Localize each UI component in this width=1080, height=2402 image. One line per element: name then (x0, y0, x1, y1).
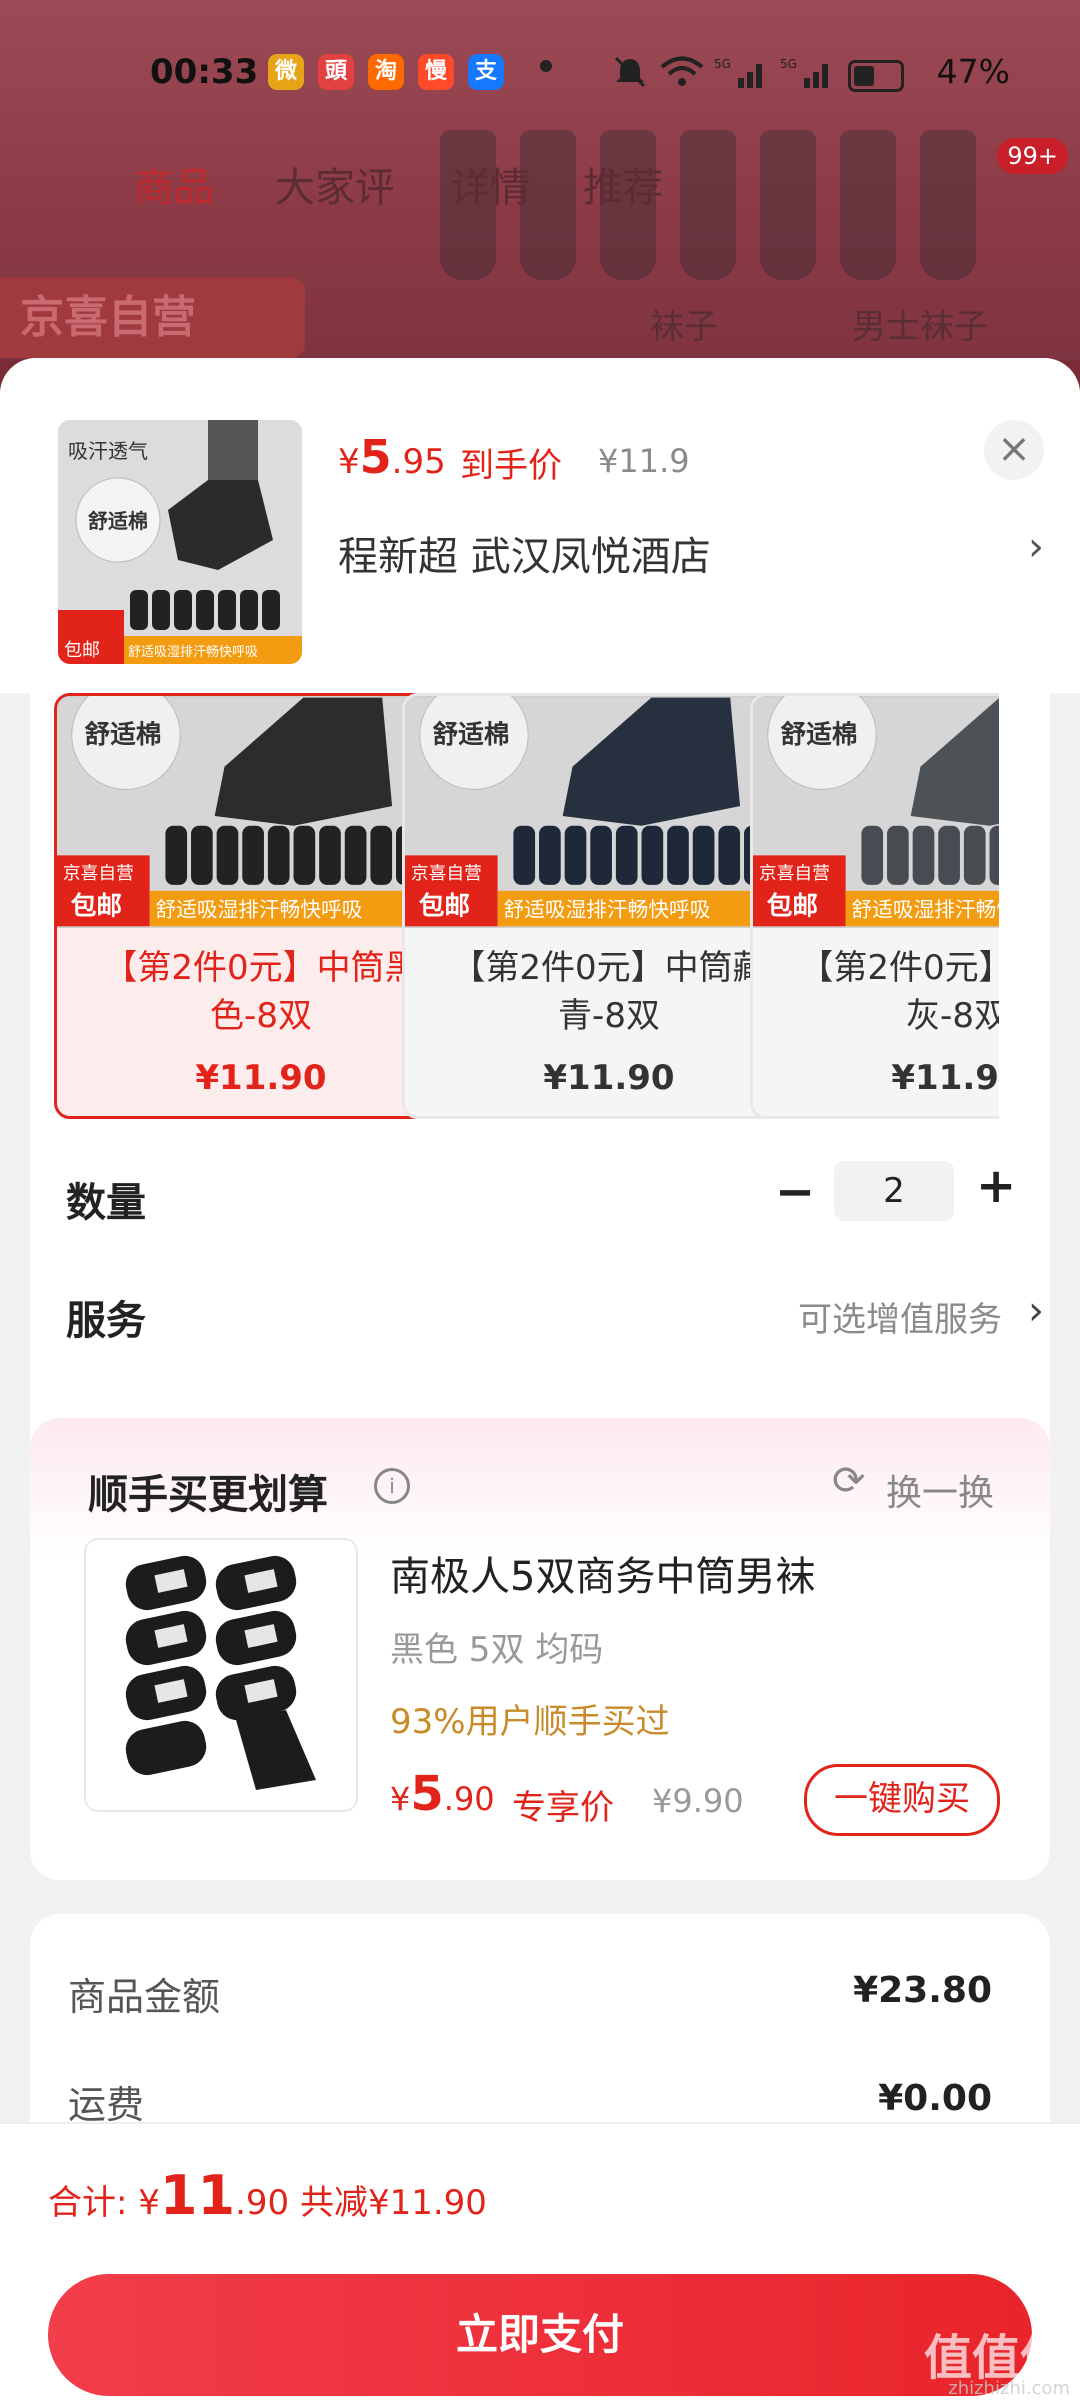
checkout-bar: 合计: ¥11.90 共减¥11.90 立即支付 (0, 2122, 1080, 2402)
notification-dot (540, 60, 552, 72)
product-tabs: 商品 大家评 详情 推荐 (0, 155, 1080, 215)
svg-text:舒适吸湿排汗畅快呼吸: 舒适吸湿排汗畅快呼吸 (128, 645, 258, 660)
alipay-icon: 支 (468, 54, 504, 90)
variant-price: ¥11.90 (891, 1058, 999, 1098)
upsell-price: ¥5.90 (390, 1766, 495, 1822)
svg-text:舒适吸湿排汗畅快呼吸: 舒适吸湿排汗畅快呼吸 (852, 897, 999, 921)
sheet-header: 吸汗透气 舒适棉 包邮 舒适吸湿排汗畅快呼吸 ¥5.95 到手价 ¥11.9 ×… (0, 358, 1080, 693)
variant-image: 舒适棉 京喜自营 包邮 舒适吸湿排汗畅快呼吸 (753, 696, 999, 928)
total-label: 合计: (48, 2183, 128, 2223)
chevron-right-icon[interactable]: › (1028, 524, 1044, 570)
quantity-decrement-button[interactable]: − (775, 1164, 815, 1220)
delivery-address[interactable]: 程新超 武汉凤悦酒店 (338, 524, 711, 582)
app-icon: 慢 (418, 54, 454, 90)
sock-product-image: 吸汗透气 舒适棉 包邮 舒适吸湿排汗畅快呼吸 (58, 420, 302, 664)
quantity-label: 数量 (66, 1180, 146, 1226)
upsell-title: 顺手买更划算 (88, 1472, 328, 1518)
tab-details[interactable]: 详情 (450, 155, 530, 213)
total-decimal: .90 (235, 2183, 290, 2223)
mute-icon (614, 56, 646, 88)
status-bar: 00:33 微 頭 淘 慢 支 5G 5G 47% (0, 40, 1080, 110)
battery-percent: 47% (936, 52, 1010, 91)
svg-text:京喜自营: 京喜自营 (759, 863, 830, 884)
breadcrumb-item: 袜子 (650, 307, 718, 347)
signal-icon: 5G (780, 57, 828, 88)
svg-text:吸汗透气: 吸汗透气 (68, 439, 148, 463)
brand-logo: 京喜自营 (0, 278, 305, 358)
exclusive-price-tag: 专享价 (512, 1788, 614, 1828)
upsell-product-spec: 黑色 5双 均码 (390, 1630, 604, 1670)
tab-reviews[interactable]: 大家评 (275, 155, 395, 213)
svg-text:舒适棉: 舒适棉 (88, 509, 148, 533)
summary-label: 商品金额 (68, 1975, 221, 2019)
upsell-purchase-stat: 93%用户顺手买过 (390, 1702, 670, 1742)
signal-icon: 5G (714, 57, 762, 88)
currency-symbol: ¥ (338, 442, 360, 482)
total-integer: 11 (159, 2164, 236, 2227)
svg-text:包邮: 包邮 (419, 890, 470, 921)
price-integer: 5 (410, 1766, 444, 1822)
currency-symbol: ¥ (138, 2183, 160, 2223)
variant-name: 【第2件0元】中筒黑色-8双 (103, 948, 419, 1036)
svg-text:舒适棉: 舒适棉 (433, 719, 510, 750)
svg-text:舒适吸湿排汗畅快呼吸: 舒适吸湿排汗畅快呼吸 (156, 897, 363, 921)
currency-symbol: ¥ (390, 1780, 411, 1818)
watermark-url: zhizhizhi.com (948, 2378, 1070, 2399)
status-time: 00:33 (150, 52, 259, 92)
purchase-sheet: 吸汗透气 舒适棉 包邮 舒适吸湿排汗畅快呼吸 ¥5.95 到手价 ¥11.9 ×… (0, 358, 1080, 2400)
info-icon[interactable]: i (374, 1468, 410, 1504)
current-price: ¥5.95 (338, 430, 446, 484)
close-icon: × (997, 426, 1031, 472)
variant-list[interactable]: 舒适棉 京喜自营 包邮 舒适吸湿排汗畅快呼吸 【第2件0元】中筒黑色-8双 ¥1… (54, 693, 999, 1119)
svg-text:5G: 5G (780, 57, 797, 71)
wifi-icon (660, 56, 704, 86)
sock-pack-image (86, 1540, 356, 1810)
upsell-product-image[interactable] (84, 1538, 358, 1812)
svg-text:包邮: 包邮 (71, 890, 122, 921)
chevron-right-icon[interactable]: › (1028, 1288, 1044, 1334)
close-button[interactable]: × (984, 420, 1044, 480)
upsell-product-name[interactable]: 南极人5双商务中筒男袜 (390, 1544, 815, 1602)
summary-value: ¥0.00 (878, 2078, 992, 2119)
selected-product-thumbnail: 吸汗透气 舒适棉 包邮 舒适吸湿排汗畅快呼吸 (58, 420, 302, 664)
price-decimal: .95 (391, 442, 446, 482)
total-discount: 共减¥11.90 (299, 2183, 487, 2223)
price-decimal: .90 (443, 1780, 495, 1818)
quantity-increment-button[interactable]: + (976, 1158, 1016, 1214)
svg-text:5G: 5G (714, 57, 731, 71)
price-integer: 5 (359, 430, 392, 484)
final-price-tag: 到手价 (460, 446, 562, 486)
service-option[interactable]: 可选增值服务 (798, 1292, 1002, 1341)
svg-text:京喜自营: 京喜自营 (411, 863, 482, 884)
original-price: ¥11.9 (598, 442, 690, 480)
svg-text:舒适棉: 舒适棉 (781, 719, 858, 750)
svg-text:京喜自营: 京喜自营 (63, 863, 134, 884)
variant-name: 【第2件0元】中筒藏青-8双 (451, 948, 767, 1036)
tab-product[interactable]: 商品 (134, 155, 214, 213)
weibo-icon: 微 (268, 54, 304, 90)
order-total: 合计: ¥11.90 共减¥11.90 (48, 2164, 487, 2227)
battery-icon (848, 60, 904, 92)
taobao-icon: 淘 (368, 54, 404, 90)
quantity-input[interactable]: 2 (834, 1161, 954, 1221)
app-icon: 頭 (318, 54, 354, 90)
svg-text:舒适吸湿排汗畅快呼吸: 舒适吸湿排汗畅快呼吸 (504, 897, 711, 921)
svg-text:舒适棉: 舒适棉 (85, 719, 162, 750)
variant-option[interactable]: 舒适棉 京喜自营 包邮 舒适吸湿排汗畅快呼吸 【第2件0元】中筒深灰-8双 ¥1… (750, 693, 999, 1119)
summary-value: ¥23.80 (853, 1970, 992, 2011)
variant-name: 【第2件0元】中筒深灰-8双 (799, 948, 999, 1036)
service-label: 服务 (66, 1298, 146, 1344)
upsell-original-price: ¥9.90 (652, 1782, 744, 1820)
svg-text:包邮: 包邮 (767, 890, 818, 921)
summary-label: 运费 (68, 2083, 145, 2127)
tab-recommend[interactable]: 推荐 (583, 155, 663, 213)
breadcrumb-item: 男士袜子 (852, 307, 988, 347)
svg-text:包邮: 包邮 (64, 640, 100, 661)
message-badge[interactable]: 99+ (997, 138, 1068, 174)
refresh-icon[interactable]: ⟳ (832, 1458, 866, 1504)
refresh-button[interactable]: 换一换 (886, 1464, 994, 1516)
pay-now-button[interactable]: 立即支付 (48, 2274, 1032, 2396)
upsell-card: 顺手买更划算 i ⟳ 换一换 南极人5双商务中筒男袜 黑色 5双 均码 93%用… (30, 1418, 1050, 1880)
one-click-buy-button[interactable]: 一键购买 (804, 1764, 1000, 1836)
